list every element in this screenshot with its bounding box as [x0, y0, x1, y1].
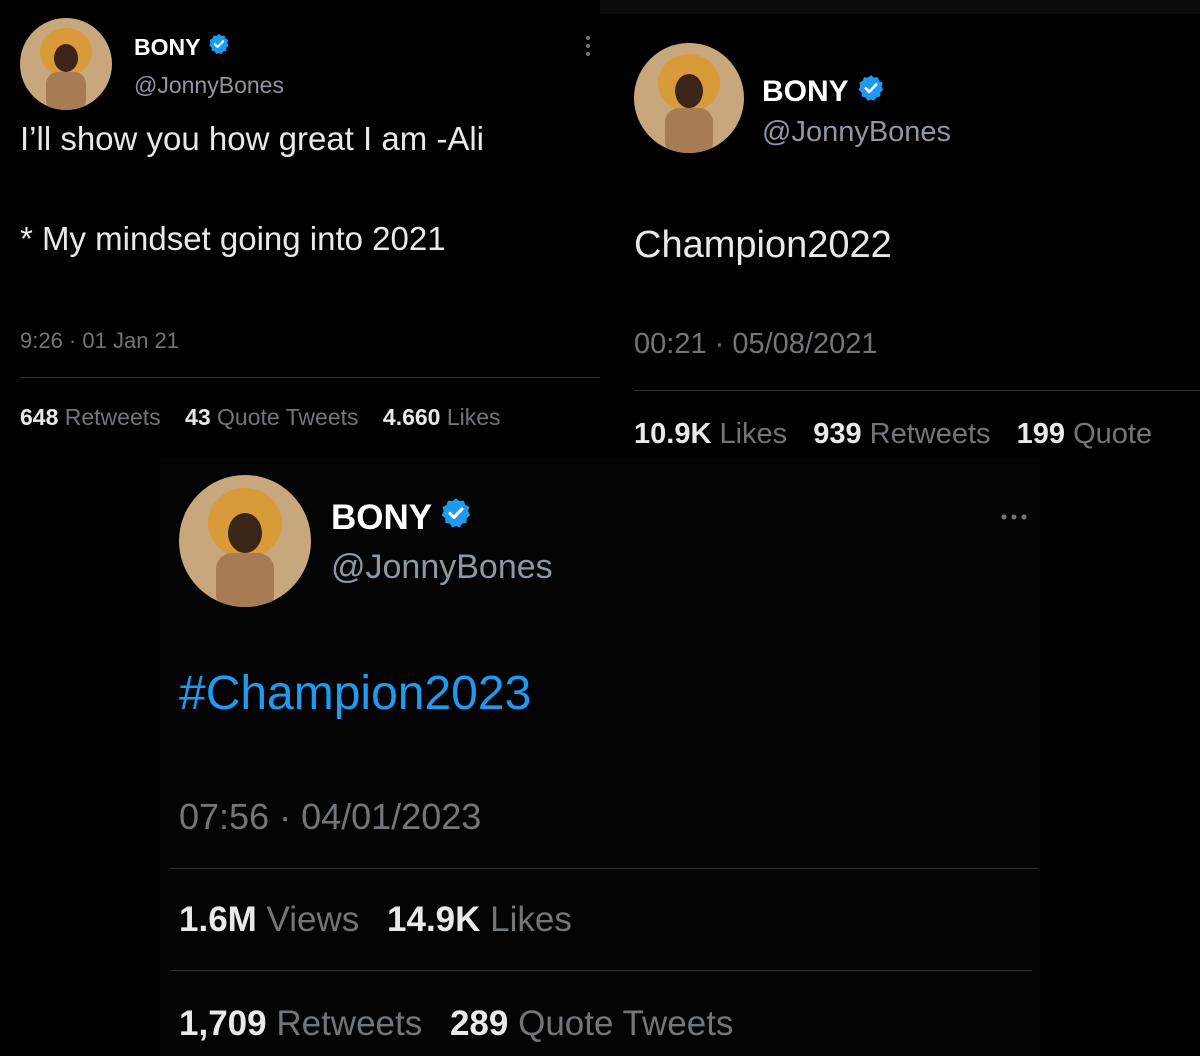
retweets-stat[interactable]: 1,709 Retweets — [179, 1004, 422, 1043]
avatar[interactable] — [20, 18, 112, 110]
hashtag-link[interactable]: #Champion2023 — [179, 666, 531, 721]
engagement-stats: 10.9K Likes 939 Retweets 199 Quote — [634, 418, 1170, 451]
more-options-icon[interactable] — [582, 34, 594, 62]
views-stat[interactable]: 1.6M Views — [179, 900, 359, 939]
tweet-timestamp[interactable]: 9:26 · 01 Jan 21 — [20, 328, 179, 354]
display-name-text[interactable]: BONY — [331, 498, 432, 538]
engagement-stats-top: 1.6M Views 14.9K Likes — [179, 900, 590, 940]
tweet-text-line1: I’ll show you how great I am -Ali — [20, 120, 485, 157]
tweet-timestamp[interactable]: 00:21 · 05/08/2021 — [634, 328, 877, 361]
tweet-text: Champion2022 — [634, 224, 892, 266]
quote-stat[interactable]: 199 Quote — [1017, 418, 1152, 450]
more-options-icon[interactable] — [998, 510, 1034, 524]
handle[interactable]: @JonnyBones — [331, 548, 553, 587]
quote-tweets-stat[interactable]: 289 Quote Tweets — [450, 1004, 733, 1043]
verified-badge-icon — [857, 74, 885, 110]
tweet-card-2023[interactable]: BONY @JonnyBones #Champion2023 07:56 · 0… — [160, 458, 1040, 1056]
display-name-text[interactable]: BONY — [134, 34, 200, 61]
likes-stat[interactable]: 14.9K Likes — [387, 900, 572, 939]
likes-stat[interactable]: 10.9K Likes — [634, 418, 787, 450]
tweet-timestamp[interactable]: 07:56 · 04/01/2023 — [179, 796, 481, 838]
quote-tweets-stat[interactable]: 43 Quote Tweets — [185, 404, 358, 430]
display-name[interactable]: BONY — [762, 74, 885, 110]
divider — [20, 377, 600, 378]
retweets-stat[interactable]: 939 Retweets — [813, 418, 990, 450]
avatar[interactable] — [179, 475, 311, 607]
display-name-text[interactable]: BONY — [762, 75, 849, 109]
retweets-stat[interactable]: 648 Retweets — [20, 404, 161, 430]
display-name[interactable]: BONY — [331, 497, 472, 538]
divider — [170, 868, 1038, 869]
divider — [170, 970, 1032, 971]
tweet-card-2022[interactable]: BONY @JonnyBones Champion2022 00:21 · 05… — [600, 0, 1200, 460]
verified-badge-icon — [208, 33, 230, 61]
avatar[interactable] — [634, 43, 744, 153]
tweet-card-2021[interactable]: BONY @JonnyBones I’ll show you how great… — [0, 0, 600, 455]
divider — [634, 390, 1200, 391]
engagement-stats-bottom: 1,709 Retweets 289 Quote Tweets — [179, 1004, 751, 1044]
tweet-text-line2: * My mindset going into 2021 — [20, 220, 446, 257]
likes-stat[interactable]: 4.660 Likes — [383, 404, 501, 430]
engagement-stats: 648 Retweets 43 Quote Tweets 4.660 Likes — [20, 404, 519, 431]
display-name[interactable]: BONY — [134, 33, 230, 61]
handle[interactable]: @JonnyBones — [762, 116, 951, 149]
verified-badge-icon — [440, 497, 472, 538]
handle[interactable]: @JonnyBones — [134, 72, 284, 99]
